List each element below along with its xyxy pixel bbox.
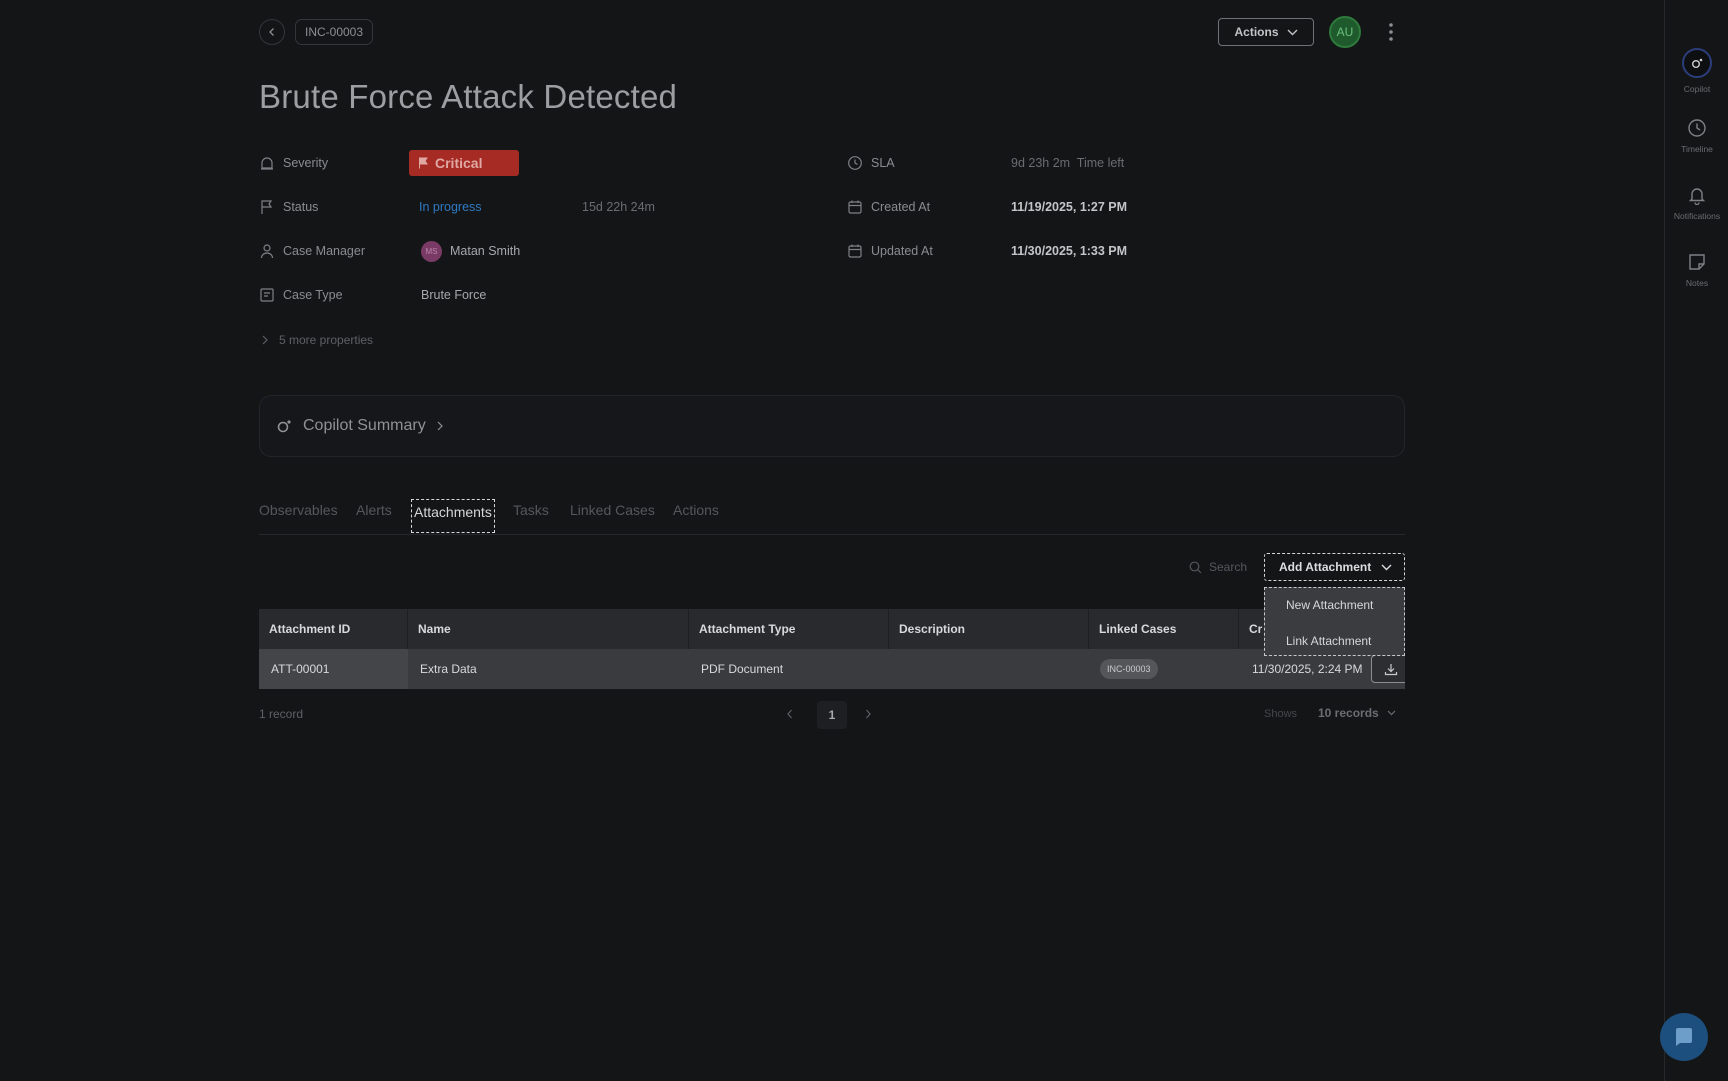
search-input[interactable]: Search	[1189, 560, 1247, 574]
copilot-button	[1682, 48, 1712, 78]
chevron-left-icon	[269, 28, 274, 36]
tab-linked-cases[interactable]: Linked Cases	[570, 502, 655, 518]
page-title: Brute Force Attack Detected	[259, 78, 678, 115]
rail-timeline[interactable]: Timeline	[1665, 118, 1728, 154]
actions-button[interactable]: Actions	[1218, 18, 1314, 46]
rail-notes[interactable]: Notes	[1665, 252, 1728, 288]
add-attachment-menu: New Attachment Link Attachment	[1264, 587, 1405, 656]
table-header: Attachment ID Name Attachment Type Descr…	[259, 609, 1405, 649]
column-header[interactable]: Linked Cases	[1089, 609, 1239, 649]
rail-notifications[interactable]: Notifications	[1665, 185, 1728, 221]
column-header[interactable]: Description	[889, 609, 1089, 649]
download-button[interactable]	[1371, 655, 1405, 683]
right-rail: Copilot Timeline Notifications Notes	[1664, 0, 1728, 1081]
case-type-value: Brute Force	[421, 288, 487, 302]
add-attachment-button[interactable]: Add Attachment	[1264, 553, 1405, 581]
kebab-icon	[1389, 23, 1393, 41]
clock-icon	[1688, 119, 1706, 137]
copilot-summary-card[interactable]: Copilot Summary	[259, 395, 1405, 457]
chevron-right-icon[interactable]	[864, 707, 872, 721]
rail-notes-label: Notes	[1685, 278, 1709, 288]
search-placeholder: Search	[1209, 560, 1248, 574]
created-at-value: 11/19/2025, 1:27 PM	[1011, 200, 1128, 214]
bell-icon	[1688, 188, 1706, 205]
case-tabs: Observables Alerts Attachments Tasks Lin…	[259, 499, 1405, 535]
tab-tasks[interactable]: Tasks	[513, 502, 549, 518]
flag-icon	[419, 157, 428, 169]
rail-copilot[interactable]: Copilot	[1665, 48, 1728, 94]
chevron-down-icon	[1287, 29, 1297, 35]
tab-observables[interactable]: Observables	[259, 502, 338, 518]
column-header[interactable]: Name	[408, 609, 689, 649]
case-type-label: Case Type	[283, 288, 343, 302]
tab-alerts[interactable]: Alerts	[356, 502, 392, 518]
chevron-down-icon	[1387, 710, 1396, 716]
menu-item-link-attachment[interactable]: Link Attachment	[1286, 634, 1371, 648]
calendar-icon	[848, 244, 862, 258]
cell-type: PDF Document	[701, 662, 784, 676]
status-value[interactable]: In progress	[419, 200, 482, 214]
tab-attachments[interactable]: Attachments	[411, 499, 495, 533]
user-avatar[interactable]: AU	[1329, 16, 1361, 48]
linked-case-pill[interactable]: INC-00003	[1100, 659, 1158, 679]
cell-description	[889, 649, 1089, 689]
back-button[interactable]	[259, 19, 285, 45]
tab-actions[interactable]: Actions	[673, 502, 719, 518]
status-label: Status	[283, 200, 319, 214]
case-manager-label: Case Manager	[283, 244, 365, 258]
flag-icon	[261, 200, 273, 214]
search-icon	[1189, 561, 1202, 573]
case-id-chip[interactable]: INC-00003	[295, 19, 374, 45]
updated-at-value: 11/30/2025, 1:33 PM	[1011, 244, 1128, 258]
case-manager-value[interactable]: Matan Smith	[450, 244, 520, 258]
menu-item-new-attachment[interactable]: New Attachment	[1286, 598, 1373, 612]
attachments-table: Attachment ID Name Attachment Type Descr…	[259, 609, 1405, 690]
chevron-right-icon	[437, 421, 443, 431]
severity-label: Severity	[283, 156, 329, 170]
document-icon	[260, 288, 274, 302]
clock-icon	[848, 156, 862, 170]
download-icon	[1384, 663, 1398, 675]
copilot-summary-label: Copilot Summary	[303, 417, 426, 434]
copilot-icon	[1692, 58, 1703, 68]
chat-icon	[1676, 1028, 1692, 1046]
chevron-right-icon	[262, 335, 268, 345]
siren-icon	[261, 157, 273, 170]
chevron-down-icon	[1381, 564, 1392, 570]
sla-value: 9d 23h 2m Time left	[1011, 156, 1125, 170]
add-attachment-label: Add Attachment	[1279, 560, 1372, 574]
page-button-current[interactable]: 1	[817, 701, 847, 729]
severity-value: Critical	[435, 155, 483, 171]
more-options-button[interactable]	[1386, 20, 1396, 44]
column-header[interactable]: Attachment Type	[689, 609, 889, 649]
calendar-icon	[848, 200, 862, 214]
user-icon	[260, 244, 274, 259]
table-row[interactable]: ATT-00001 Extra Data PDF Document INC-00…	[259, 649, 1405, 689]
cell-name: Extra Data	[420, 662, 477, 676]
created-at-label: Created At	[871, 200, 931, 214]
records-per-page-select[interactable]: 10 records	[1318, 706, 1396, 720]
rail-notifications-label: Notifications	[1673, 211, 1721, 221]
rail-copilot-label: Copilot	[1683, 84, 1711, 94]
chevron-left-icon[interactable]	[786, 707, 794, 721]
sla-label: SLA	[871, 156, 895, 170]
record-count: 1 record	[259, 707, 304, 721]
shows-label: Shows	[1264, 708, 1298, 720]
records-per-page-value: 10 records	[1318, 706, 1379, 720]
case-manager-avatar: MS	[421, 241, 442, 262]
status-duration: 15d 22h 24m	[582, 200, 655, 214]
updated-at-label: Updated At	[871, 244, 933, 258]
copilot-icon	[277, 420, 291, 433]
note-icon	[1689, 254, 1705, 270]
actions-button-label: Actions	[1234, 25, 1279, 39]
column-header[interactable]: Attachment ID	[259, 609, 408, 649]
chat-launcher-button[interactable]	[1660, 1013, 1708, 1061]
severity-badge[interactable]: Critical	[409, 150, 519, 176]
case-detail-page: INC-00003 Actions AU Brute Force Attack …	[0, 0, 1664, 1081]
more-properties-toggle[interactable]: 5 more properties	[279, 333, 373, 347]
cell-attachment-id: ATT-00001	[259, 649, 408, 689]
rail-timeline-label: Timeline	[1681, 144, 1713, 154]
